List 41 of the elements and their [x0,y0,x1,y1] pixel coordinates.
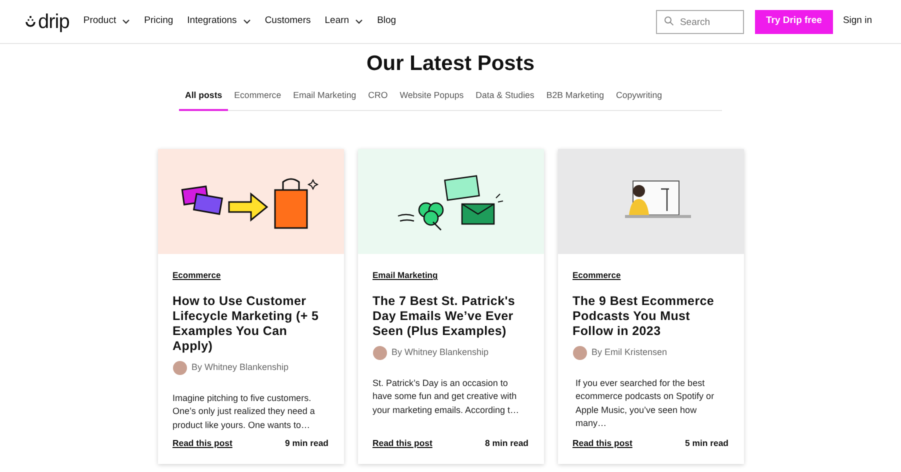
author-name: By Whitney Blankenship [192,361,289,374]
post-title: How to Use Customer Lifecycle Marketing (+ 5 Examples You Can Apply) [172,294,320,354]
nav-link[interactable]: Learn [324,14,364,29]
read-post-link[interactable]: Read this post [572,437,632,450]
nav-link[interactable]: Product [83,14,130,29]
category-tab[interactable]: Ecommerce [228,89,288,112]
author-name: By Whitney Blankenship [392,346,489,360]
category-tab[interactable]: Website Popups [394,89,470,112]
category-tab[interactable]: CRO [362,89,394,112]
author-name: By Emil Kristensen [592,346,668,360]
search-icon [664,16,674,26]
nav-link[interactable]: Pricing [144,14,174,29]
category-tab[interactable]: B2B Marketing [540,89,610,112]
author-avatar [572,346,586,360]
read-post-link[interactable]: Read this post [372,437,432,450]
author-avatar [172,360,186,375]
sign-in-link[interactable]: Sign in [842,14,872,29]
post-excerpt: If you ever searched for the best ecommerce podcasts on Spotify or Apple Music, you’ve seen how many… [574,376,716,430]
read-time: 5 min read [685,437,728,450]
read-time: 8 min read [485,437,528,450]
post-excerpt: St. Patrick’s Day is an occasion to have some fun and get creative with your marketing emails. According t… [372,376,520,417]
category-tab[interactable]: Email Marketing [287,89,362,112]
category-tab[interactable]: All posts [179,89,228,112]
category-link[interactable]: Ecommerce [572,269,621,282]
smile-drop-logo-icon [25,14,36,28]
read-post-link[interactable]: Read this post [172,437,232,450]
post-title: The 7 Best St. Patrick's Day Emails We’ve Ever Seen (Plus Examples) [372,294,516,339]
author-avatar [372,346,386,360]
nav-link[interactable]: Integrations [187,14,251,29]
nav-link[interactable]: Customers [264,14,311,29]
search-field[interactable]: Search [656,10,744,34]
category-tab[interactable]: Copywriting [610,89,668,112]
nav-link[interactable]: Blog [377,14,396,29]
page-heading: Our Latest Posts [365,51,536,77]
post-title: The 9 Best Ecommerce Podcasts You Must Follow in 2023 [572,294,716,339]
post-excerpt: Imagine pitching to five customers. One’s only just realized they need a product like yours. One wants to… [172,392,316,432]
logo-wordmark[interactable]: drip [38,12,70,32]
category-link[interactable]: Email Marketing [372,269,438,282]
category-tab[interactable]: Data & Studies [470,89,540,112]
category-link[interactable]: Ecommerce [172,269,221,282]
read-time: 9 min read [285,437,328,450]
